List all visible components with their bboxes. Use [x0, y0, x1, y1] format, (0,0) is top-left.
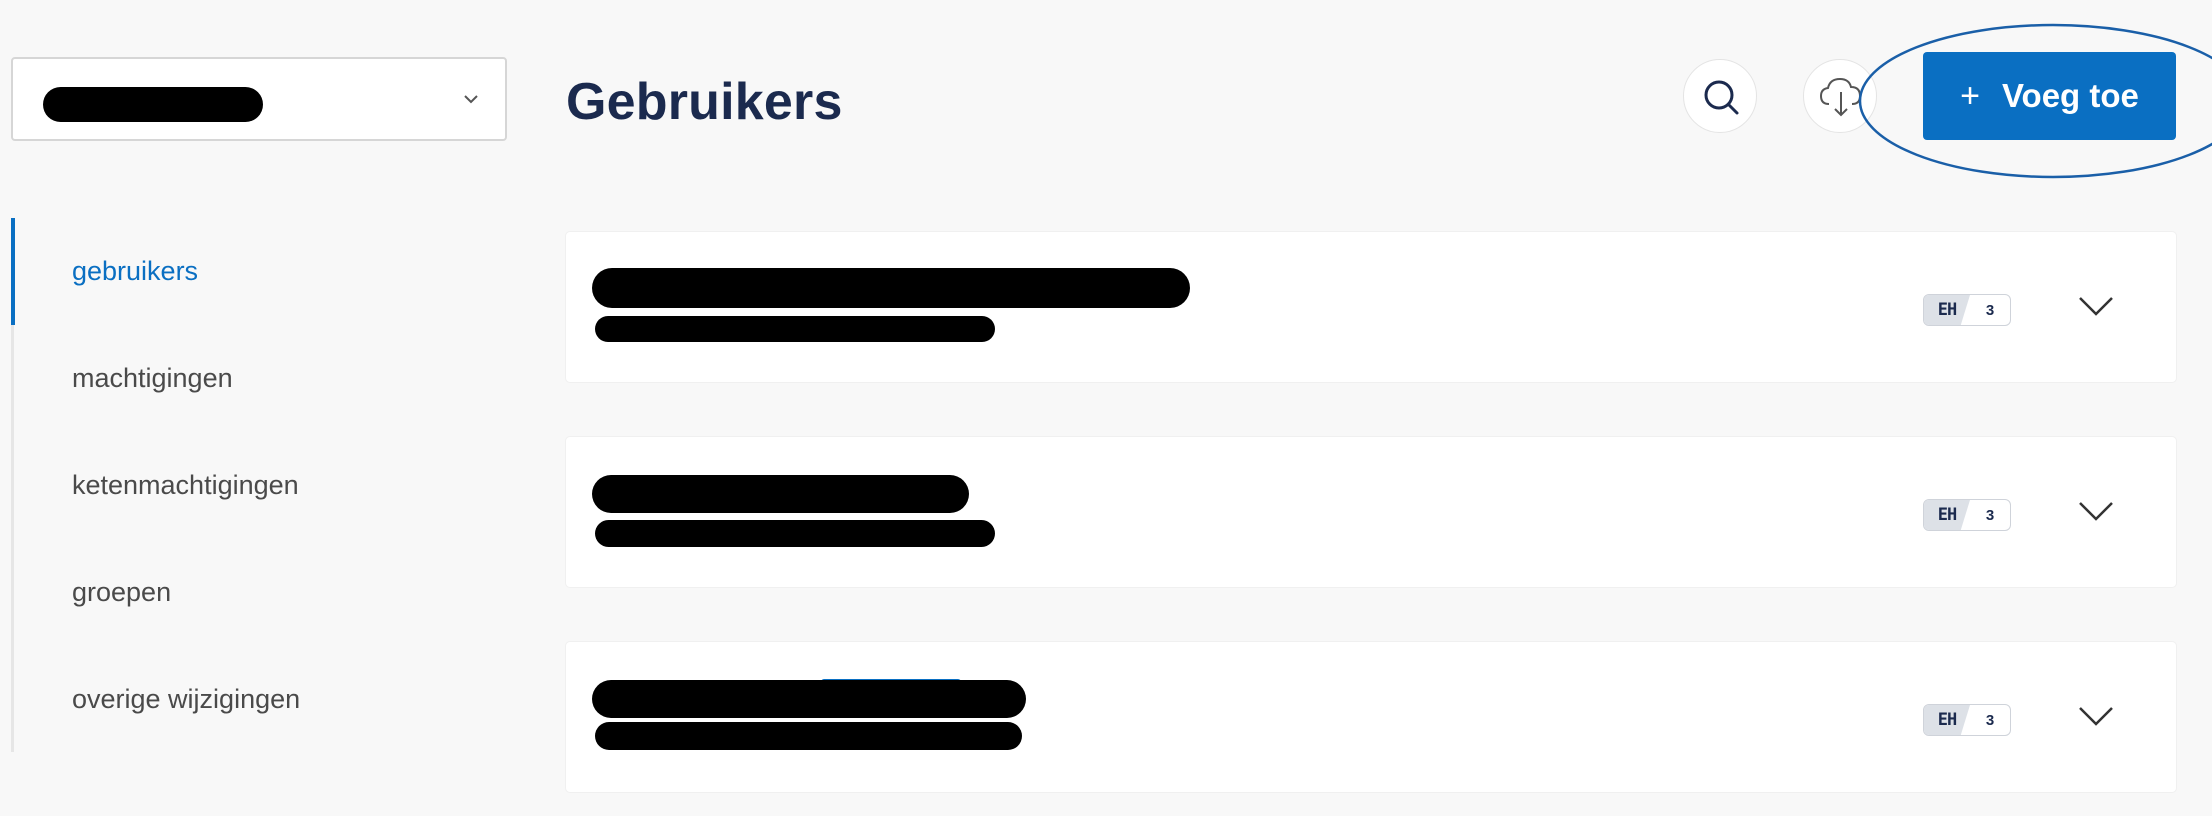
badge-code: EH — [1924, 295, 1970, 325]
role-badge: EH 3 — [1923, 704, 2011, 736]
redacted-user-name — [592, 475, 969, 513]
organization-select[interactable] — [11, 57, 507, 141]
search-icon — [1704, 80, 1739, 115]
user-card[interactable]: EH 3 — [566, 437, 2176, 587]
add-button-label: Voeg toe — [2001, 77, 2139, 114]
chevron-down-icon[interactable] — [2076, 292, 2116, 320]
chevron-down-icon[interactable] — [2076, 702, 2116, 730]
page-title: Gebruikers — [566, 73, 843, 131]
redacted-user-email — [595, 722, 1022, 750]
user-card[interactable]: EH 3 — [566, 232, 2176, 382]
search-button[interactable] — [1683, 59, 1757, 133]
redacted-user-name — [592, 680, 1026, 718]
chevron-down-icon[interactable] — [2076, 497, 2116, 525]
add-user-button[interactable]: + Voeg toe — [1923, 52, 2176, 140]
role-badge: EH 3 — [1923, 294, 2011, 326]
sidebar-item-groepen[interactable]: groepen — [72, 577, 171, 608]
badge-code: EH — [1924, 705, 1970, 735]
badge-count: 3 — [1985, 301, 1995, 319]
download-button[interactable] — [1803, 59, 1877, 133]
sidebar-item-gebruikers[interactable]: gebruikers — [72, 256, 198, 287]
role-badge: EH 3 — [1923, 499, 2011, 531]
redacted-user-name — [592, 268, 1190, 308]
chevron-down-icon — [464, 95, 478, 104]
badge-count: 3 — [1985, 711, 1995, 729]
badge-code: EH — [1924, 500, 1970, 530]
badge-count: 3 — [1985, 506, 1995, 524]
sidebar-item-ketenmachtigingen[interactable]: ketenmachtigingen — [72, 470, 299, 501]
sidebar-item-overige-wijzigingen[interactable]: overige wijzigingen — [72, 684, 300, 715]
cloud-download-icon — [1819, 77, 1862, 117]
redacted-user-email — [595, 316, 995, 342]
user-card[interactable]: EH 3 — [566, 642, 2176, 792]
sidebar-item-machtigingen[interactable]: machtigingen — [72, 363, 233, 394]
sidenav-active-indicator — [11, 218, 15, 325]
plus-icon: + — [1960, 77, 1980, 115]
redacted-user-email — [595, 520, 995, 547]
redacted-organization-name — [43, 87, 263, 122]
